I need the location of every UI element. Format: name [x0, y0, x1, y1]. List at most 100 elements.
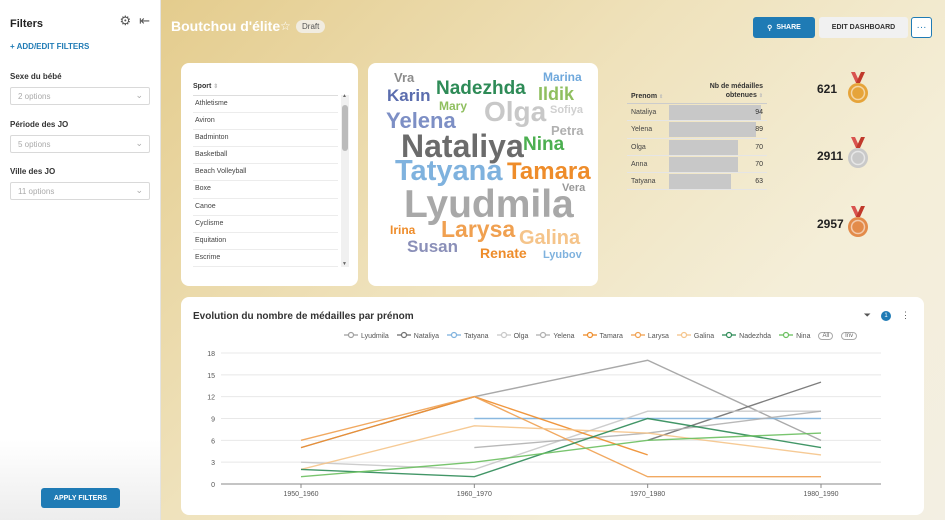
word-cloud-card: Vra Nadezhda Marina Karin Mary Ildik Yelena Olg…: [368, 63, 598, 286]
scrollbar-thumb[interactable]: [342, 105, 348, 151]
legend-item[interactable]: Olga: [496, 331, 528, 341]
word-cloud-word[interactable]: Marina: [543, 71, 582, 83]
filter-select-periode-placeholder: 5 options: [18, 140, 51, 149]
column-header-nb-medailles[interactable]: Nb de médailles obtenues ⇕: [710, 82, 763, 101]
table-row: Olga 70: [627, 139, 767, 156]
row-name: Yelena: [631, 126, 653, 134]
word-cloud-word[interactable]: Karin: [387, 87, 430, 104]
filter-select-ville[interactable]: 11 options ⌄: [10, 182, 150, 200]
table-row: Yelena 89: [627, 121, 767, 139]
bronze-medal-icon: [847, 206, 869, 238]
legend-swatch: [722, 331, 737, 341]
word-cloud-word[interactable]: Renate: [480, 246, 527, 260]
sport-list-item[interactable]: Equitation: [193, 233, 338, 250]
legend-invert-button[interactable]: Inv: [841, 332, 858, 340]
sport-list-item[interactable]: Aviron: [193, 113, 338, 131]
word-cloud-word[interactable]: Galina: [519, 228, 580, 248]
sidebar-title: Filters: [10, 18, 44, 30]
row-value: 70: [755, 160, 763, 168]
row-value: 89: [755, 126, 763, 134]
filter-icon[interactable]: ⏷: [864, 310, 871, 321]
sport-list-item[interactable]: Boxe: [193, 181, 338, 199]
filter-label-ville: Ville des JO: [10, 167, 56, 176]
sport-list-item[interactable]: Canoe: [193, 199, 338, 216]
share-button[interactable]: ⚲ SHARE: [753, 17, 815, 38]
medal-table-body: Nataliya 94 Yelena 89 Olga 70 Anna 70 Tatyana 63: [627, 104, 767, 191]
legend-label: Galina: [693, 332, 715, 340]
chevron-down-icon: ⌄: [135, 185, 143, 195]
more-options-button[interactable]: ···: [911, 17, 932, 38]
silver-medal-count: 2911: [817, 149, 844, 163]
sport-list-item[interactable]: Basketball: [193, 147, 338, 165]
sort-icon: ⇕: [659, 94, 664, 100]
word-cloud-word[interactable]: Nina: [523, 135, 564, 154]
value-bar: [669, 105, 761, 120]
legend-item[interactable]: Tatyana: [447, 331, 489, 341]
filter-label-periode: Période des JO: [10, 120, 69, 129]
collapse-sidebar-icon[interactable]: ⇤: [139, 14, 150, 28]
legend-item[interactable]: Nina: [779, 331, 810, 341]
share-label: SHARE: [776, 24, 801, 31]
legend-item[interactable]: Nadezhda: [722, 331, 771, 341]
dashboard-title: Boutchou d'élite: [171, 18, 281, 34]
table-row: Tatyana 63: [627, 173, 767, 191]
row-value: 94: [755, 109, 763, 116]
filter-count-badge: 1: [881, 310, 891, 321]
scroll-down-icon[interactable]: ▼: [342, 261, 347, 267]
x-tick-label: 1950_1960: [283, 491, 318, 498]
legend-swatch: [396, 331, 411, 341]
row-value: 63: [755, 178, 763, 186]
legend-item[interactable]: Lyudmila: [344, 331, 389, 341]
add-edit-filters-label: ADD/EDIT FILTERS: [16, 42, 90, 51]
legend-item[interactable]: Tamara: [582, 331, 623, 341]
star-icon[interactable]: ☆: [280, 19, 291, 33]
word-cloud-word[interactable]: Susan: [407, 238, 458, 255]
word-cloud-word[interactable]: Olga: [484, 98, 546, 126]
legend-item[interactable]: Nataliya: [396, 331, 439, 341]
legend-label: Tamara: [599, 332, 623, 340]
legend-item[interactable]: Larysa: [630, 331, 669, 341]
x-tick-label: 1970_1980: [630, 491, 665, 498]
legend-item[interactable]: Galina: [676, 331, 715, 341]
legend-label: Yelena: [553, 332, 575, 340]
row-name: Tatyana: [631, 178, 656, 186]
sort-icon: ⇕: [758, 93, 763, 99]
chevron-down-icon: ⌄: [135, 90, 143, 100]
legend-select-all-button[interactable]: All: [818, 332, 834, 340]
add-edit-filters-button[interactable]: + ADD/EDIT FILTERS: [10, 42, 89, 51]
series-line-nadezhda: [300, 417, 822, 478]
kebab-menu-icon[interactable]: ⋮: [901, 310, 910, 321]
y-tick-label: 15: [207, 373, 215, 380]
chart-tools: ⏷ 1 ⋮: [864, 310, 910, 321]
legend-label: Nadezhda: [739, 332, 772, 340]
column-header-prenom[interactable]: Prenom ⇕: [631, 93, 663, 100]
sport-list-header[interactable]: Sport ⇕: [193, 83, 218, 90]
legend-item[interactable]: Yelena: [536, 331, 575, 341]
apply-filters-button[interactable]: APPLY FILTERS: [41, 488, 120, 508]
word-cloud-word[interactable]: Irina: [390, 224, 415, 236]
sport-list-item[interactable]: Cyclisme: [193, 216, 338, 233]
y-tick-label: 9: [211, 417, 215, 424]
word-cloud-word[interactable]: Vra: [394, 71, 414, 84]
word-cloud-word[interactable]: Tatyana: [395, 157, 502, 186]
filter-select-sexe[interactable]: 2 options ⌄: [10, 87, 150, 105]
filter-select-periode[interactable]: 5 options ⌄: [10, 135, 150, 153]
sport-list-item[interactable]: Badminton: [193, 130, 338, 148]
value-bar: [669, 139, 738, 155]
sidebar-header: Filters ⚙ ⇤: [10, 14, 152, 32]
sport-list-item[interactable]: Escrime: [193, 250, 338, 267]
sport-list: Athletisme Aviron Badminton Basketball Beach…: [193, 95, 338, 267]
word-cloud-word[interactable]: Tamara: [507, 160, 591, 184]
word-cloud-word[interactable]: Lyubov: [543, 250, 582, 261]
y-tick-label: 6: [211, 438, 215, 445]
word-cloud-word[interactable]: Sofiya: [550, 105, 583, 116]
y-tick-label: 18: [207, 351, 215, 358]
edit-dashboard-button[interactable]: EDIT DASHBOARD: [819, 17, 908, 38]
sport-list-item[interactable]: Athletisme: [193, 96, 338, 114]
filter-label-sexe: Sexe du bébé: [10, 72, 62, 81]
sport-list-item[interactable]: Beach Volleyball: [193, 164, 338, 182]
sport-list-scrollbar[interactable]: ▲ ▼: [341, 93, 349, 267]
legend-label: Larysa: [647, 332, 669, 340]
gear-icon[interactable]: ⚙: [119, 14, 131, 28]
scroll-up-icon[interactable]: ▲: [342, 93, 347, 99]
